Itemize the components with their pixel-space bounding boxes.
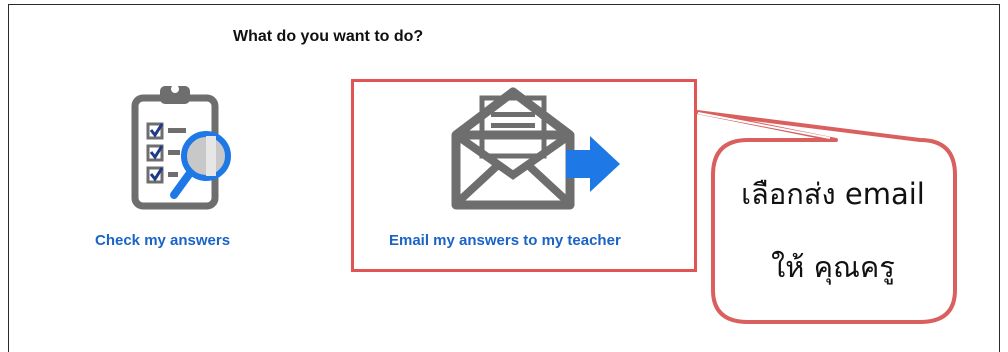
callout-line-1: เลือกส่ง email — [741, 177, 925, 211]
callout-line-2: ให้ คุณครู — [771, 250, 895, 284]
screenshot-frame: What do you want to do? Check my answers… — [0, 0, 1008, 352]
